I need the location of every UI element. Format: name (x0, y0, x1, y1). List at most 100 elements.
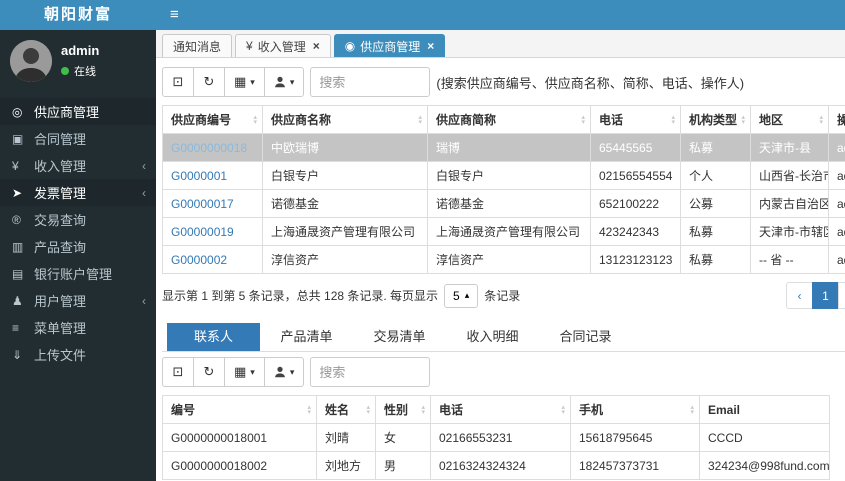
refresh-button[interactable]: ↻ (193, 357, 225, 387)
sort-icon: ▴ ▾ (253, 113, 257, 126)
cell-supplier-short-name: 白银专户 (427, 161, 591, 190)
main-area: ≡ 通知消息 × ¥ 收入管理 × ◉ 供应商管理 × (156, 0, 845, 481)
page-number-button[interactable]: 1 (812, 282, 839, 309)
sidebar-menu-item[interactable]: ▤ 银行账户管理 (0, 260, 156, 287)
cell-operator: admin (828, 217, 845, 246)
cell-email: CCCD (699, 423, 830, 452)
chevron-left-icon: ‹ (142, 185, 146, 200)
sidebar-menu-item[interactable]: ▣ 合同管理 (0, 125, 156, 152)
column-header[interactable]: 供应商简称 ▴ ▾ (427, 105, 591, 134)
column-header[interactable]: 供应商编号 ▴ ▾ (162, 105, 263, 134)
supplier-code-link[interactable]: G0000002 (171, 253, 227, 267)
sort-icon: ▴ ▾ (581, 113, 585, 126)
contact-row[interactable]: G0000000018002 刘地方 男 0216324324324 18245… (162, 451, 830, 480)
supplier-code-link[interactable]: G0000001 (171, 169, 227, 183)
window-tab[interactable]: ◉ 供应商管理 × (333, 34, 446, 57)
sidebar-menu-item[interactable]: ® 交易查询 (0, 206, 156, 233)
supplier-code-link[interactable]: G00000019 (171, 225, 234, 239)
user-icon (274, 366, 285, 378)
tab-close-icon[interactable]: × (313, 39, 320, 53)
cell-region: 天津市-市辖区 (750, 217, 829, 246)
column-header[interactable]: 手机 ▴ ▾ (570, 395, 700, 424)
sidebar-menu-item[interactable]: ◎ 供应商管理 (0, 98, 156, 125)
supplier-row[interactable]: G0000001 白银专户 白银专户 02156554554 个人 山西省-长治… (162, 161, 845, 190)
toggle-view-icon: ⊡ (172, 364, 184, 379)
tab-label: 供应商管理 (360, 39, 421, 54)
supplier-code-link[interactable]: G0000000018 (171, 141, 247, 155)
prev-page-button[interactable]: ‹ (786, 282, 813, 309)
detail-tab[interactable]: 产品清单 (260, 323, 353, 351)
avatar-image (10, 40, 52, 82)
cell-org-type: 私募 (680, 245, 751, 274)
columns-button[interactable]: ▦ ▾ (224, 67, 265, 97)
sidebar-toggle-icon[interactable]: ≡ (156, 0, 193, 30)
menu-item-label: 供应商管理 (34, 105, 100, 120)
supplier-table: 供应商编号 ▴ ▾ 供应商名称 ▴ ▾ 供应商简称 ▴ ▾ 电话 ▴ ▾ 机构类… (162, 105, 845, 274)
column-label: 手机 (579, 403, 604, 417)
operator-filter-button[interactable]: ▾ (263, 67, 305, 97)
sidebar-menu-item[interactable]: ≡ 菜单管理 (0, 314, 156, 341)
column-header[interactable]: 电话 ▴ ▾ (590, 105, 681, 134)
cell-region: 天津市-县 (750, 133, 829, 162)
column-header[interactable]: Email ▴▾ (699, 395, 830, 424)
tab-label: 通知消息 (173, 39, 222, 54)
page-number-button[interactable]: 2 (838, 282, 845, 309)
column-header[interactable]: 供应商名称 ▴ ▾ (262, 105, 428, 134)
cell-gender: 女 (375, 423, 431, 452)
tab-icon: ¥ (246, 39, 253, 53)
menu-item-label: 合同管理 (34, 132, 87, 147)
sidebar: 朝阳财富 admin 在线 ◎ 供应商管理 ▣ 合同管理 ¥ 收入管理 ‹ ➤ … (0, 0, 156, 481)
user-panel: admin 在线 (0, 30, 156, 92)
menu-item-label: 产品查询 (34, 240, 87, 255)
detail-tab[interactable]: 合同记录 (539, 323, 632, 351)
detail-tab[interactable]: 联系人 (167, 323, 260, 351)
sidebar-menu-item[interactable]: ¥ 收入管理 ‹ (0, 152, 156, 179)
window-tab[interactable]: ¥ 收入管理 × (235, 34, 331, 57)
cell-phone: 13123123123 (590, 245, 681, 274)
supplier-search-input[interactable] (310, 67, 431, 97)
supplier-row[interactable]: G00000019 上海通晟资产管理有限公司 上海通晟资产管理有限公司 4232… (162, 217, 845, 246)
sidebar-menu-item[interactable]: ♟ 用户管理 ‹ (0, 287, 156, 314)
cell-phone: 65445565 (590, 133, 681, 162)
tab-close-icon[interactable]: × (427, 39, 434, 53)
column-header[interactable]: 编号 ▴ ▾ (162, 395, 317, 424)
column-header[interactable]: 姓名 ▴ ▾ (316, 395, 376, 424)
operator-filter-button[interactable]: ▾ (263, 357, 305, 387)
sort-icon: ▴ ▾ (690, 403, 694, 416)
contact-row[interactable]: G0000000018001 刘晴 女 02166553231 15618795… (162, 423, 830, 452)
sidebar-menu-item[interactable]: ▥ 产品查询 (0, 233, 156, 260)
toggle-view-button[interactable]: ⊡ (162, 357, 194, 387)
toggle-view-button[interactable]: ⊡ (162, 67, 194, 97)
menu-item-icon: ◎ (12, 104, 23, 119)
column-label: 机构类型 (689, 113, 738, 127)
column-header[interactable]: 操作人 ▴▾ (828, 105, 845, 134)
sidebar-menu-item[interactable]: ➤ 发票管理 ‹ (0, 179, 156, 206)
cell-mobile: 15618795645 (570, 423, 700, 452)
cell-supplier-name: 白银专户 (262, 161, 428, 190)
refresh-button[interactable]: ↻ (193, 67, 225, 97)
chevron-left-icon: ‹ (142, 158, 146, 173)
supplier-row[interactable]: G00000017 诺德基金 诺德基金 652100222 公募 内蒙古自治区 … (162, 189, 845, 218)
supplier-row[interactable]: G0000002 淳信资产 淳信资产 13123123123 私募 -- 省 -… (162, 245, 845, 274)
detail-tab[interactable]: 交易清单 (353, 323, 446, 351)
user-status-label: 在线 (74, 66, 96, 78)
window-tab[interactable]: 通知消息 × (162, 34, 233, 57)
column-header[interactable]: 地区 ▴ ▾ (750, 105, 829, 134)
toggle-view-icon: ⊡ (172, 74, 184, 89)
column-label: Email (708, 402, 741, 417)
columns-button[interactable]: ▦ ▾ (224, 357, 265, 387)
supplier-code-link[interactable]: G00000017 (171, 197, 234, 211)
tab-label: 收入管理 (257, 39, 306, 54)
supplier-pagination-row: 显示第 1 到第 5 条记录，总共 128 条记录. 每页显示 5 ▴ 条记录 … (162, 282, 845, 309)
contact-search-input[interactable] (310, 357, 431, 387)
sidebar-menu-item[interactable]: ⇓ 上传文件 (0, 341, 156, 368)
sort-icon: ▴ ▾ (741, 113, 745, 126)
cell-supplier-name: 上海通晟资产管理有限公司 (262, 217, 428, 246)
column-header[interactable]: 性别 ▴ ▾ (375, 395, 431, 424)
column-header[interactable]: 机构类型 ▴ ▾ (680, 105, 751, 134)
column-header[interactable]: 电话 ▴ ▾ (430, 395, 571, 424)
supplier-row[interactable]: G0000000018 中欧瑞博 瑞博 65445565 私募 天津市-县 ad… (162, 133, 845, 162)
column-label: 性别 (384, 403, 409, 417)
page-size-dropdown[interactable]: 5 ▴ (444, 283, 479, 308)
detail-tab[interactable]: 收入明细 (446, 323, 539, 351)
